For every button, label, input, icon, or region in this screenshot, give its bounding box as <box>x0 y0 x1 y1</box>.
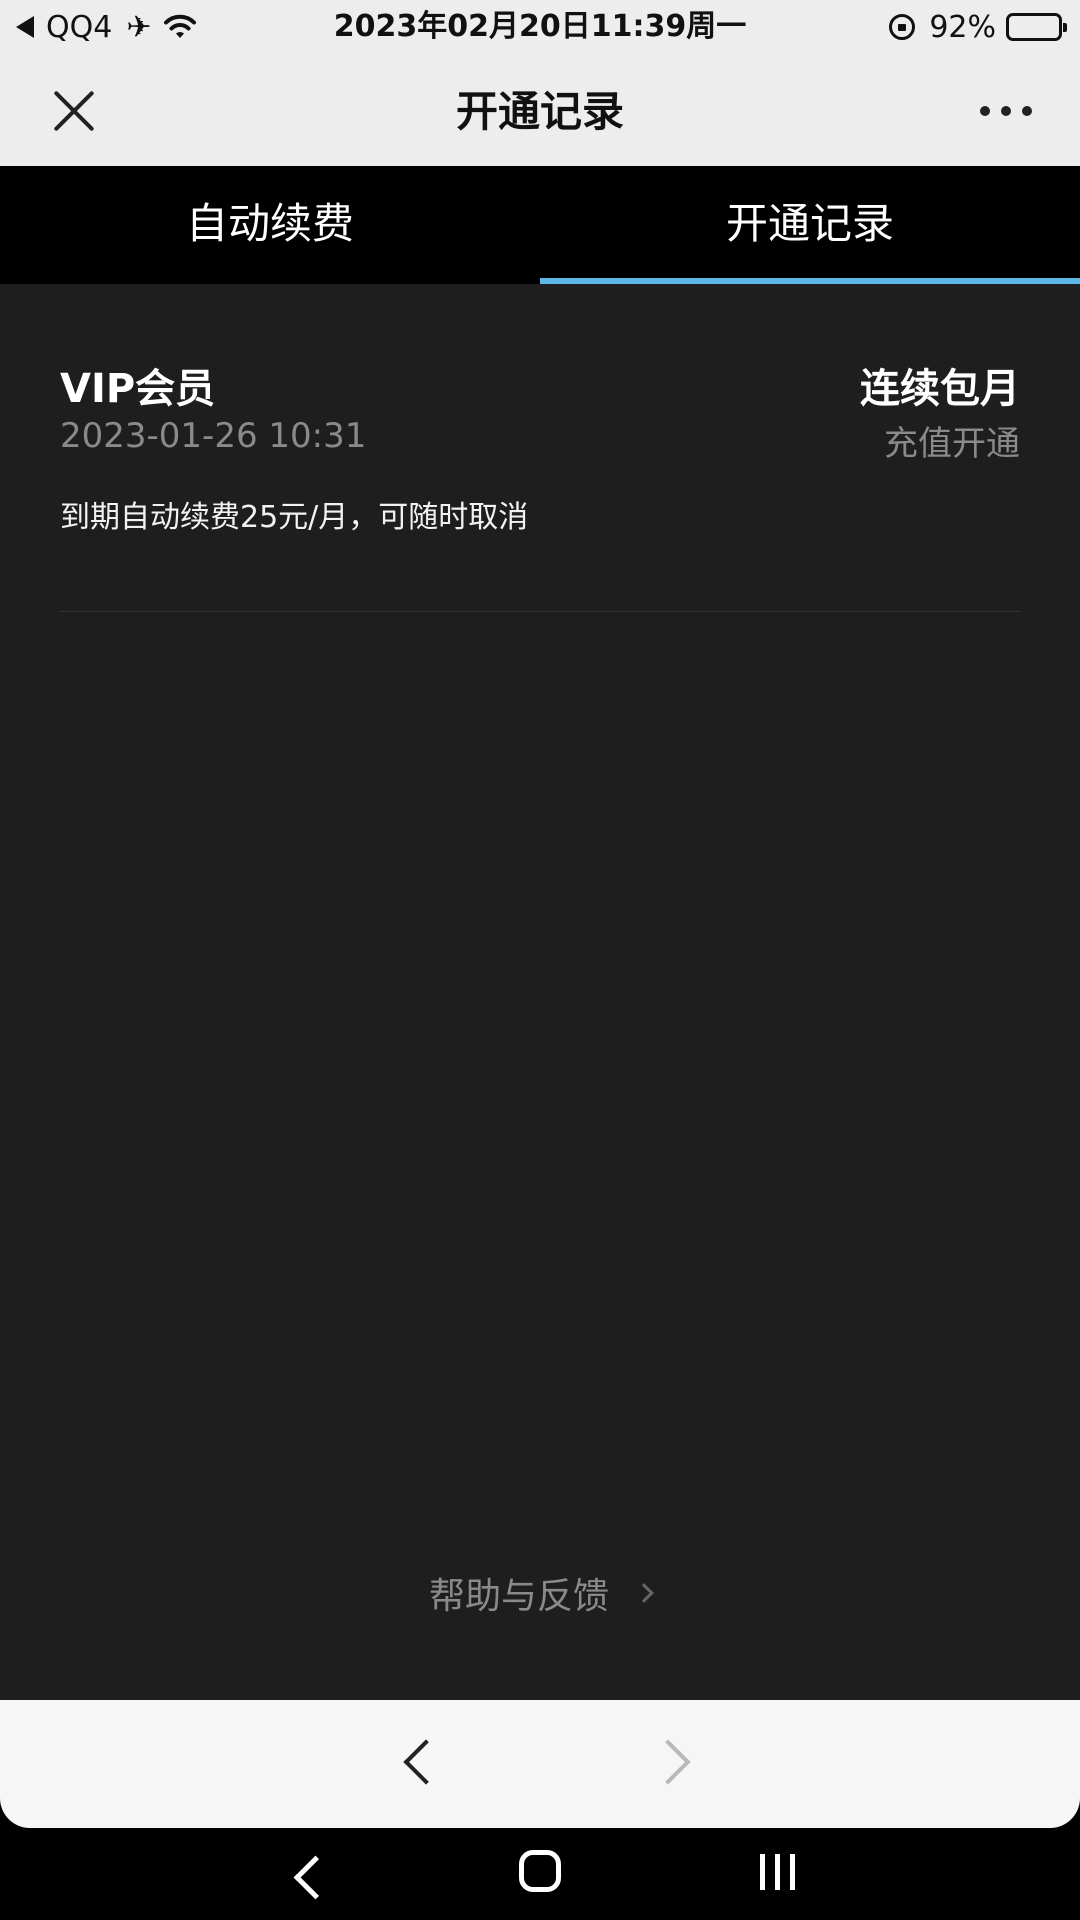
recents-bar <box>775 1854 780 1890</box>
system-nav-bar <box>0 1828 1080 1920</box>
help-feedback-label: 帮助与反馈 <box>428 1576 609 1617</box>
browser-toolbar <box>0 1700 1080 1828</box>
system-recents-icon[interactable] <box>760 1854 795 1890</box>
page-title: 开通记录 <box>455 87 624 136</box>
browser-back-icon[interactable] <box>396 1740 440 1784</box>
more-dot <box>1001 106 1011 116</box>
battery-icon <box>1006 13 1067 41</box>
record-type: 连续包月 <box>860 366 1020 412</box>
system-home-icon[interactable] <box>519 1850 561 1892</box>
title-bar: 开通记录 <box>0 54 1080 166</box>
status-right: 92% <box>889 8 1067 46</box>
recents-bar <box>790 1854 795 1890</box>
tab-auto-renew[interactable]: 自动续费 <box>0 166 540 284</box>
more-dot <box>980 106 990 116</box>
rotation-lock-icon <box>889 14 916 40</box>
record-method: 充值开通 <box>884 424 1020 464</box>
record-description: 到期自动续费25元/月，可随时取消 <box>60 500 529 535</box>
tab-bar: 自动续费 开通记录 <box>0 166 1080 284</box>
list-item[interactable]: VIP会员 2023-01-26 10:31 连续包月 充值开通 到期自动续费2… <box>60 356 1020 612</box>
status-bar: QQ4 ✈ 2023年02月20日11:39周一 92% <box>0 0 1080 54</box>
more-dot <box>1022 106 1032 116</box>
system-back-icon[interactable] <box>290 1856 330 1896</box>
help-feedback-link[interactable]: 帮助与反馈 <box>0 1568 1080 1618</box>
tab-activation-records[interactable]: 开通记录 <box>540 166 1080 284</box>
battery-percent: 92% <box>929 9 996 45</box>
recents-bar <box>760 1854 765 1890</box>
chevron-right-icon <box>634 1583 654 1603</box>
browser-forward-icon[interactable] <box>652 1740 696 1784</box>
record-time: 2023-01-26 10:31 <box>60 416 367 456</box>
records-list: VIP会员 2023-01-26 10:31 连续包月 充值开通 到期自动续费2… <box>0 284 1080 1700</box>
record-name: VIP会员 <box>60 366 216 412</box>
more-options-icon[interactable] <box>980 106 1032 116</box>
